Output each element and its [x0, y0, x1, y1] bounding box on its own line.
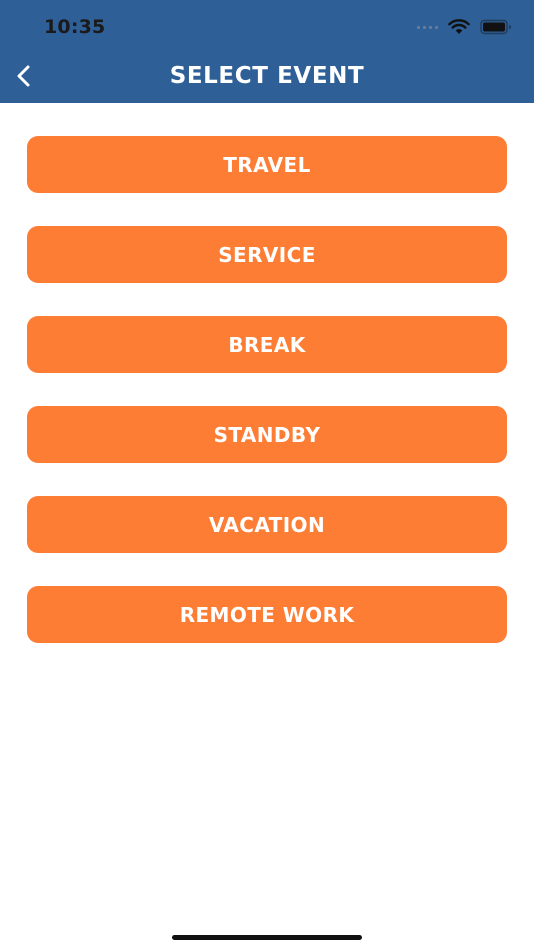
page-title: SELECT EVENT — [169, 63, 365, 89]
home-indicator[interactable] — [172, 935, 362, 940]
navigation-bar: SELECT EVENT — [0, 50, 534, 102]
battery-icon — [480, 19, 511, 35]
break-button[interactable]: BREAK — [27, 316, 507, 373]
wifi-icon — [448, 19, 470, 34]
event-list: TRAVEL SERVICE BREAK STANDBY VACATION RE… — [27, 136, 507, 676]
remote-work-button[interactable]: REMOTE WORK — [27, 586, 507, 643]
standby-button[interactable]: STANDBY — [27, 406, 507, 463]
service-button[interactable]: SERVICE — [27, 226, 507, 283]
app-header: 10:35 SELECT EVENT — [0, 0, 534, 103]
cellular-signal-icon — [417, 25, 438, 29]
vacation-button[interactable]: VACATION — [27, 496, 507, 553]
status-indicators — [417, 17, 512, 37]
status-time: 10:35 — [44, 16, 106, 38]
travel-button[interactable]: TRAVEL — [27, 136, 507, 193]
